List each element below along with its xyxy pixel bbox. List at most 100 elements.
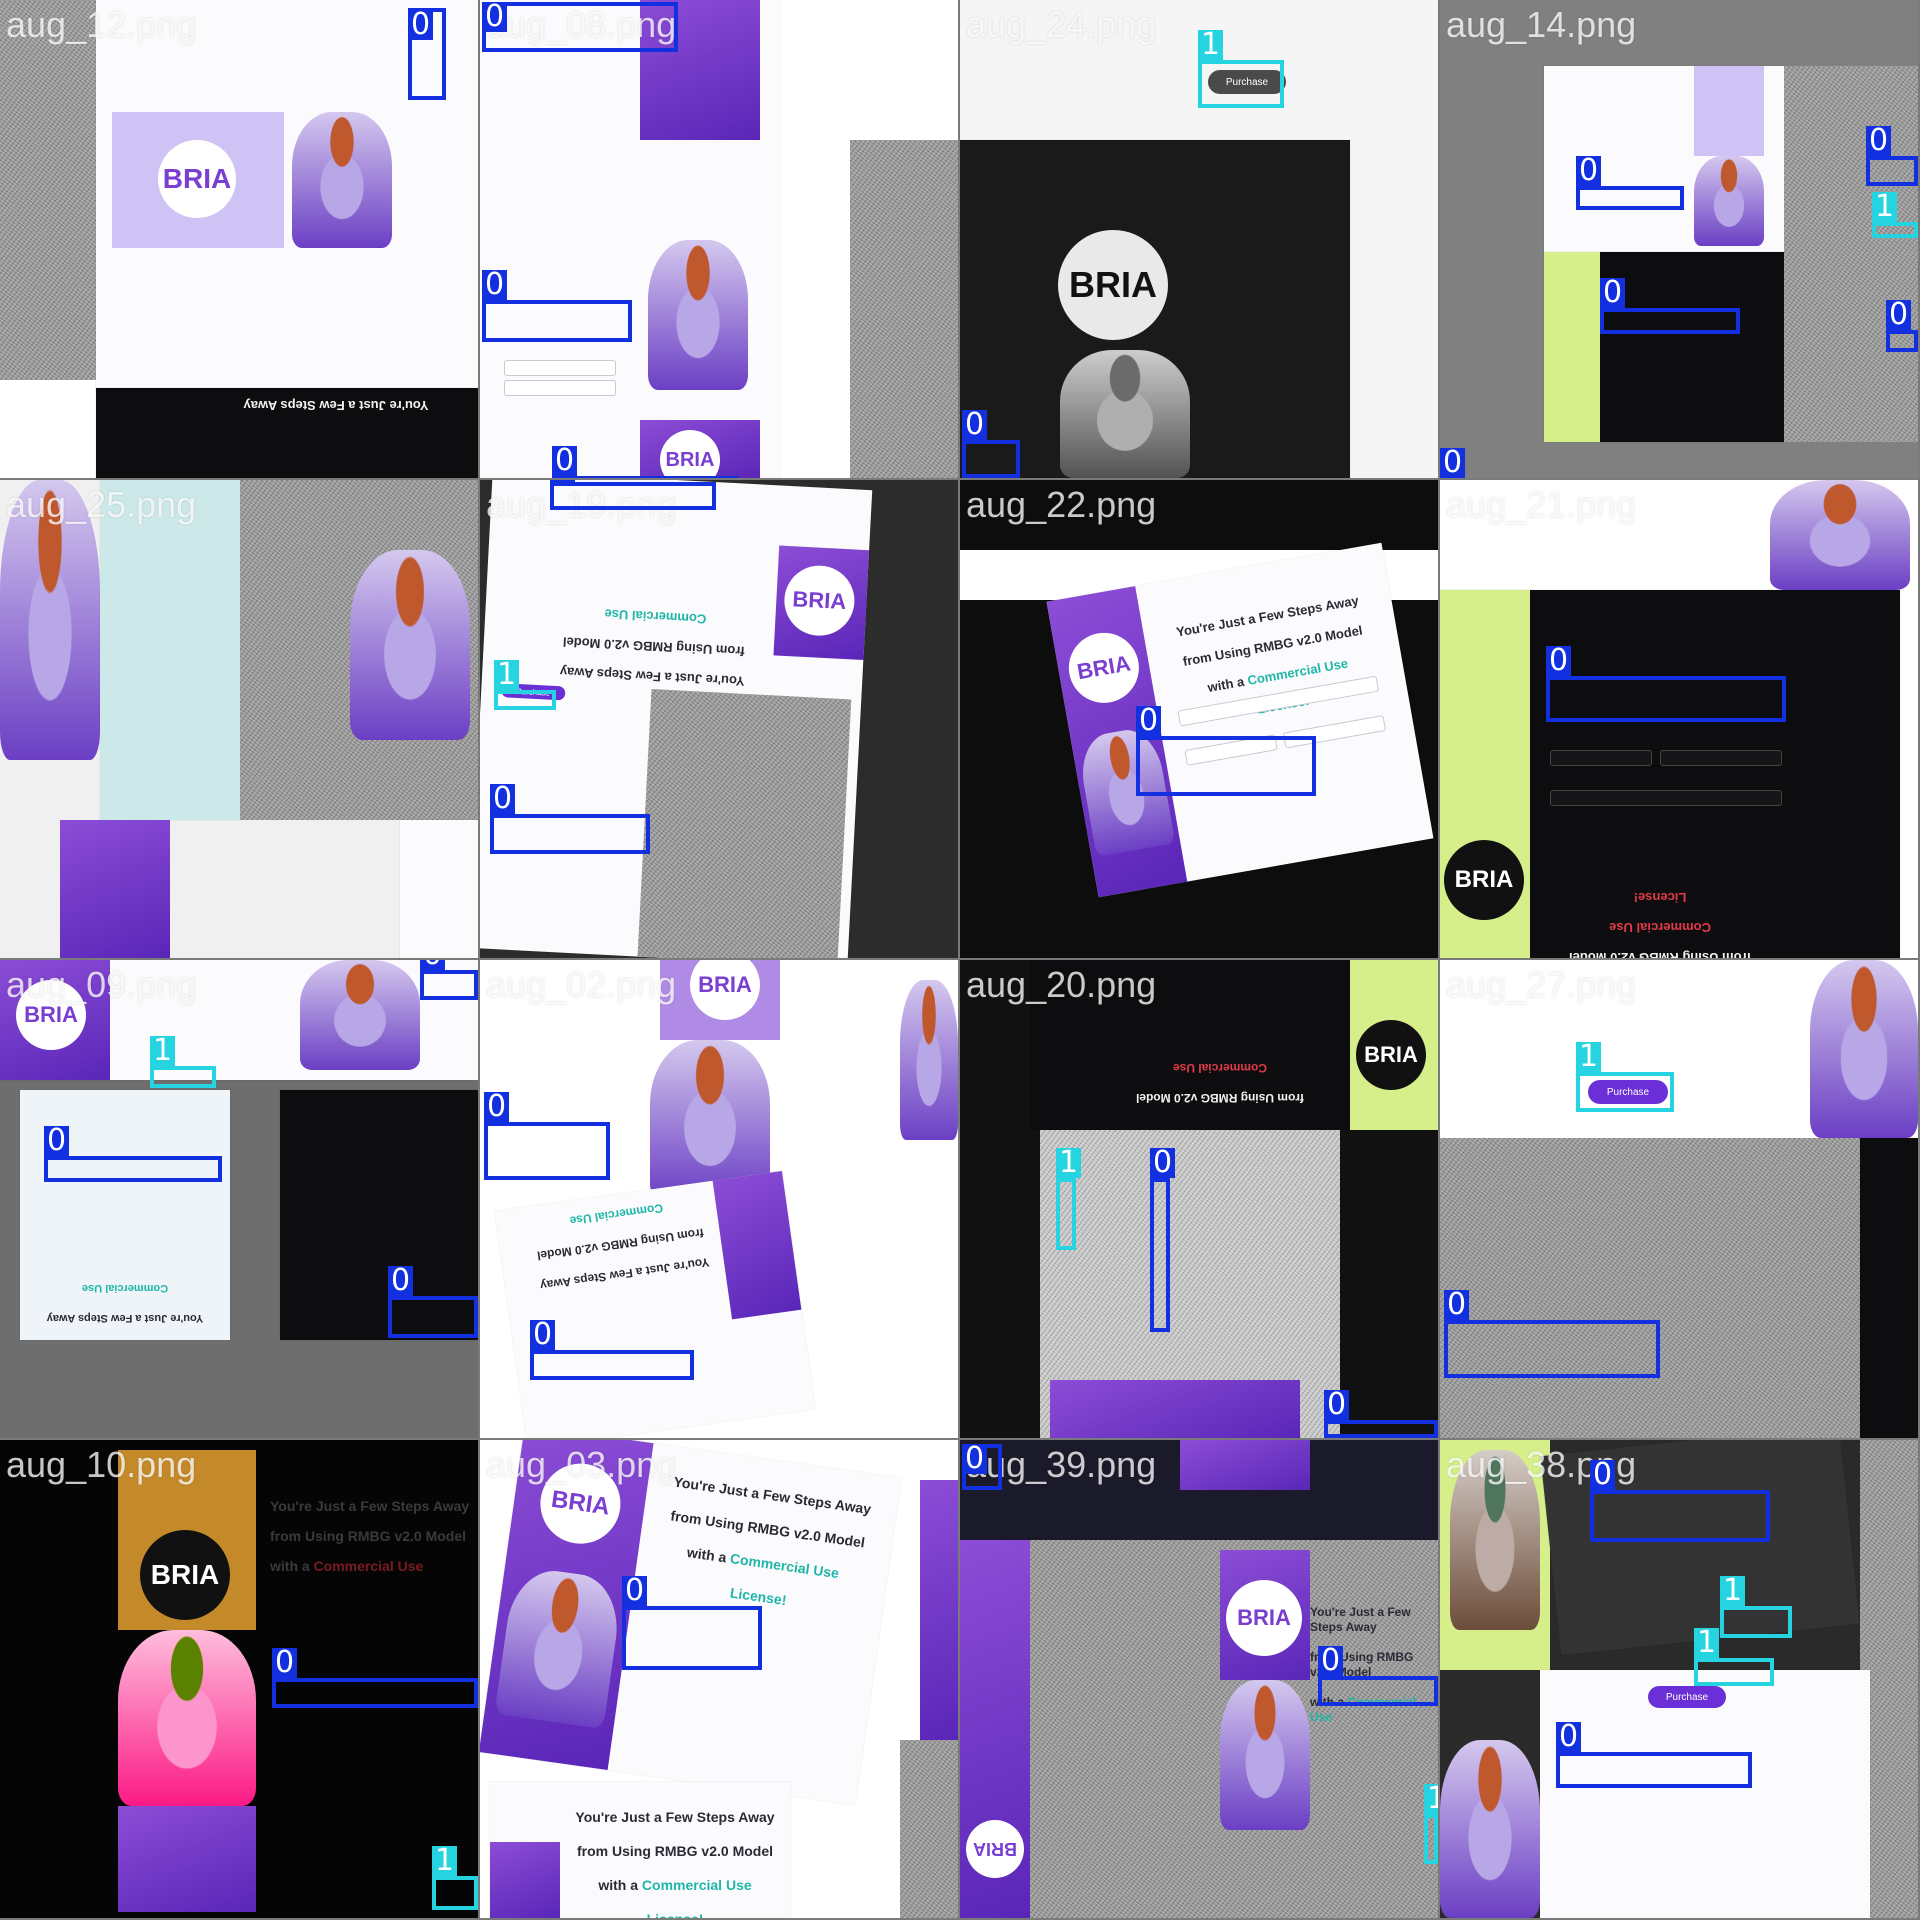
detection-box-class0: 0: [1546, 646, 1786, 722]
detection-box-class1: 1: [494, 660, 556, 710]
page-heading-flipped: You're Just a Few Steps Away from Using …: [536, 1200, 711, 1293]
page-heading-flipped: from Using RMBG v2.0 Model Commercial Us…: [1568, 890, 1752, 958]
tile-aug-22: BRIA You're Just a Few Steps Away from U…: [960, 480, 1438, 958]
noise-region: [1784, 66, 1918, 442]
dark-page-fragment: BRIA: [960, 140, 1350, 478]
yoga-figure: [494, 1565, 625, 1730]
brand-panel: [1694, 66, 1764, 156]
yoga-figure: [1694, 156, 1764, 246]
yoga-figure: [1810, 960, 1918, 1138]
detection-box-class0: 0: [1150, 1148, 1176, 1332]
tile-aug-24: BRIA Purchase 1 0 aug_24.png: [960, 0, 1438, 478]
form-field: [1660, 750, 1782, 766]
tile-label: aug_27.png: [1446, 964, 1637, 1005]
detection-box-class0: 0: [1866, 126, 1918, 186]
detection-box-class0: 0: [622, 1576, 762, 1670]
detection-box-class0: 0: [1600, 278, 1740, 334]
brand-logo: BRIA: [1356, 1020, 1426, 1090]
page-heading: You're Just a Few Steps Away from Using …: [270, 1498, 470, 1574]
detection-box-class0: 0: [1556, 1722, 1752, 1788]
brand-panel: BRIA: [1350, 960, 1438, 1130]
brand-logo: BRIA: [158, 140, 236, 218]
detection-box-class1: 1: [1694, 1628, 1774, 1686]
page-fragment: You're Just a Few Steps Away from Using …: [480, 480, 873, 958]
tile-label: aug_02.png: [486, 964, 677, 1005]
detection-box-class0: 0: [1444, 1290, 1660, 1378]
brand-panel: BRIA: [1220, 1550, 1310, 1680]
tile-label: aug_14.png: [1446, 4, 1637, 45]
detection-box-class0: 0: [420, 960, 478, 1000]
tile-label: aug_10.png: [6, 1444, 197, 1485]
brand-logo: BRIA: [690, 960, 760, 1020]
detection-box-class0: 0: [482, 2, 678, 52]
detection-box-class0: 0: [1590, 1460, 1770, 1542]
yoga-figure: [292, 112, 392, 248]
brand-panel: BRIA: [640, 420, 760, 478]
tile-aug-20: from Using RMBG v2.0 Model Commercial Us…: [960, 960, 1438, 1438]
detection-box-class1: 1: [1720, 1576, 1792, 1638]
brand-panel: [920, 1480, 958, 1740]
brand-panel: [118, 1806, 256, 1912]
detection-box-class0: 0: [1886, 300, 1918, 352]
page-fragment: [100, 480, 240, 820]
yoga-figure: [118, 1630, 256, 1806]
detection-box-class1: 1: [1056, 1148, 1082, 1250]
form-field: [1550, 750, 1652, 766]
yoga-figure: [350, 550, 470, 740]
detection-box-class0: 0: [44, 1126, 222, 1182]
detection-box-class1: 1: [1424, 1784, 1438, 1864]
detection-box-class0: 0: [530, 1320, 694, 1380]
page-fragment: You're Just a Few Steps Away from Using …: [494, 1170, 816, 1438]
tile-label: aug_09.png: [6, 964, 197, 1005]
tile-label: aug_25.png: [6, 484, 197, 525]
brand-panel: [1180, 1440, 1310, 1490]
tile-label: aug_24.png: [966, 4, 1157, 45]
page-heading-flipped: You're Just a Few Steps Away Commercial …: [46, 1282, 204, 1324]
tile-aug-14: 0 0 0 1 0 0 aug_14.png: [1440, 0, 1918, 478]
noise-region: [0, 0, 96, 380]
detection-box-class0: 0: [550, 480, 716, 510]
detection-box-class1: 1: [150, 1036, 216, 1088]
noise-region: [850, 140, 958, 478]
page-fragment: You're Just a Few Steps Away from Using …: [490, 1782, 790, 1918]
tile-aug-39: BRIA BRIA You're Just a Few Steps Away f…: [960, 1440, 1438, 1918]
noise-region: [900, 1740, 958, 1918]
yoga-figure: [1440, 1740, 1540, 1918]
yoga-figure: [900, 980, 958, 1140]
brand-panel: BRIA: [773, 545, 870, 661]
brand-panel: [1050, 1380, 1300, 1438]
tile-aug-02: BRIA You're Just a Few Steps Away from U…: [480, 960, 958, 1438]
tile-aug-27: Purchase 1 0 aug_27.png: [1440, 960, 1918, 1438]
yoga-figure: [1220, 1680, 1310, 1830]
brand-panel: BRIA: [112, 112, 284, 248]
dark-page-fragment: You're Just a Few Steps Away: [96, 388, 478, 478]
brand-logo: BRIA: [1063, 627, 1145, 709]
detection-box-class0: 0: [552, 446, 738, 478]
brand-logo: BRIA: [966, 1820, 1024, 1878]
detection-box-class0: 0: [1318, 1646, 1438, 1706]
tile-aug-19: You're Just a Few Steps Away from Using …: [480, 480, 958, 958]
brand-panel: [1544, 252, 1600, 442]
detection-box-class0: 0: [962, 1444, 1002, 1490]
brand-panel: BRIA: [960, 1540, 1030, 1918]
detection-box-class0: 0: [490, 784, 650, 854]
tile-label: aug_03.png: [486, 1444, 677, 1485]
dark-page-fragment: [1544, 252, 1784, 442]
yoga-figure: [648, 240, 748, 390]
brand-panel: BRIA: [1440, 590, 1530, 958]
page-heading-flipped: You're Just a Few Steps Away: [243, 398, 429, 413]
purchase-button[interactable]: Purchase: [1648, 1686, 1726, 1708]
tile-label: aug_21.png: [1446, 484, 1637, 525]
noise-region: [637, 688, 852, 958]
detection-box-class1: 1: [1576, 1042, 1674, 1112]
yoga-figure: [1060, 350, 1190, 478]
brand-panel: [60, 820, 170, 958]
page-heading: You're Just a Few Steps Away from Using …: [669, 1473, 873, 1609]
detection-box-class0: 0: [962, 410, 1020, 478]
yoga-figure: [300, 960, 420, 1070]
detection-box-class1: 1: [1198, 30, 1284, 108]
tile-aug-10: BRIA You're Just a Few Steps Away from U…: [0, 1440, 478, 1918]
brand-logo: BRIA: [660, 430, 720, 478]
form-field: [504, 360, 616, 376]
tile-aug-12: BRIA You're Just a Few Steps Away 0 aug_…: [0, 0, 478, 478]
